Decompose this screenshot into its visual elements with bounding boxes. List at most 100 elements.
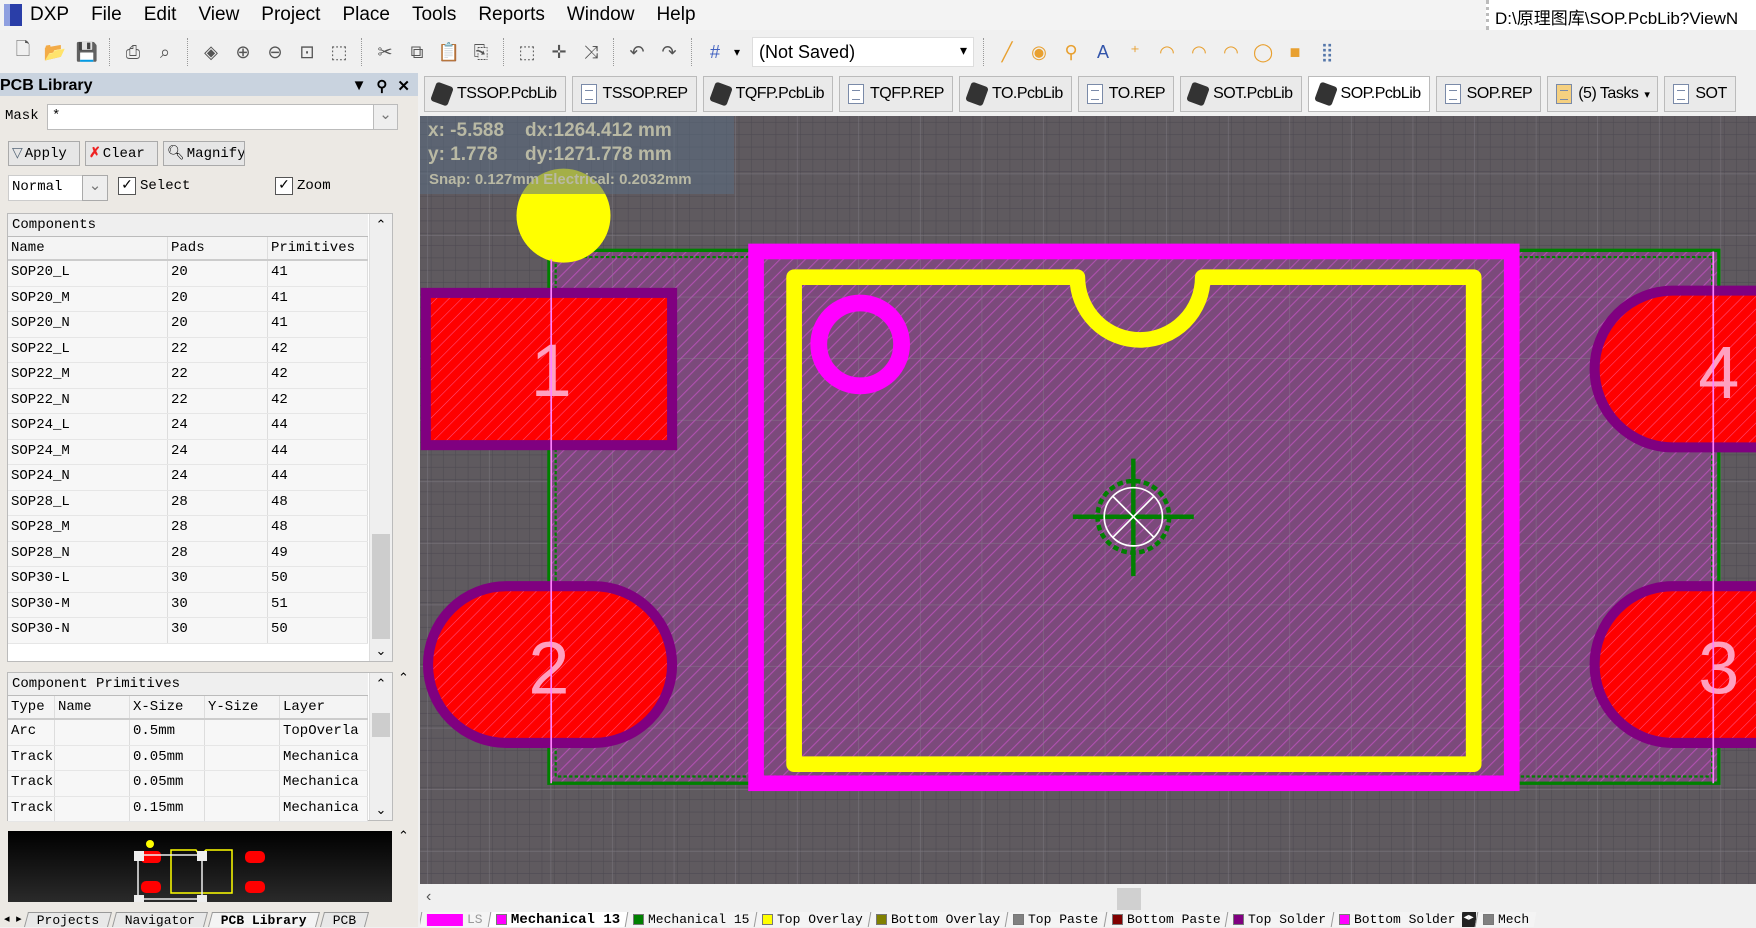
apply-button[interactable]: ▽ Apply <box>8 141 80 166</box>
doc-tab-tssop-pcblib[interactable]: TSSOP.PcbLib <box>424 76 566 112</box>
paste-icon[interactable]: 📋 <box>436 39 462 65</box>
cut-icon[interactable]: ✂ <box>372 39 398 65</box>
place-via-icon[interactable]: ⚲ <box>1058 39 1084 65</box>
menu-file[interactable]: File <box>91 4 122 26</box>
layer-tab-top-overlay[interactable]: Top Overlay <box>753 912 871 927</box>
redo-icon[interactable]: ↷ <box>656 39 682 65</box>
collapse-icon[interactable]: ⌃ <box>398 828 409 844</box>
current-layer-swatch[interactable]: LS <box>420 912 490 927</box>
doc-tab-sop-rep[interactable]: SOP.REP <box>1435 76 1542 112</box>
arc-center-icon[interactable]: ◠ <box>1154 39 1180 65</box>
zoom-selected-icon[interactable]: ⬚ <box>326 39 352 65</box>
scrollbar-thumb[interactable] <box>372 713 390 737</box>
menu-help[interactable]: Help <box>656 4 695 26</box>
table-row[interactable]: SOP24_M 24 44 <box>8 439 368 465</box>
scroll-down-icon[interactable]: ⌄ <box>370 803 392 818</box>
place-line-icon[interactable]: ╱ <box>994 39 1020 65</box>
select-checkbox[interactable]: ✓ Select <box>118 177 190 195</box>
zoom-out-icon[interactable]: ⊖ <box>262 39 288 65</box>
viewport-handle[interactable] <box>197 895 207 902</box>
table-row[interactable]: Track 0.05mm Mechanica <box>8 745 368 771</box>
zoom-fit-icon[interactable]: ⊡ <box>294 39 320 65</box>
layer-tab-top-solder[interactable]: Top Solder <box>1224 912 1334 927</box>
viewport-handle[interactable] <box>134 851 144 861</box>
mode-dropdown-icon[interactable]: ⌄ <box>82 175 108 201</box>
menu-window[interactable]: Window <box>567 4 635 26</box>
arc-edge-icon[interactable]: ◠ <box>1186 39 1212 65</box>
table-row[interactable]: SOP20_N 20 41 <box>8 312 368 338</box>
column-header-primitives[interactable]: Primitives <box>268 237 368 259</box>
panel-menu-icon[interactable]: ▼ <box>352 77 367 95</box>
zoom-in-icon[interactable]: ⊕ <box>230 39 256 65</box>
tab-scroll-arrows-icon[interactable]: ◂ ▸ <box>4 912 22 927</box>
layer-tab-bottom-overlay[interactable]: Bottom Overlay <box>867 912 1008 927</box>
fill-icon[interactable]: ■ <box>1282 39 1308 65</box>
table-row[interactable]: SOP30-L 30 50 <box>8 567 368 593</box>
menu-edit[interactable]: Edit <box>144 4 177 26</box>
print-icon[interactable]: ⎙ <box>120 39 146 65</box>
mask-input[interactable]: * <box>47 104 377 130</box>
menu-view[interactable]: View <box>198 4 239 26</box>
scroll-left-icon[interactable]: ‹ <box>426 888 431 906</box>
place-coordinate-icon[interactable]: ⁺ <box>1122 39 1148 65</box>
save-icon[interactable]: 💾 <box>74 39 100 65</box>
component-preview[interactable] <box>8 831 392 902</box>
menu-place[interactable]: Place <box>342 4 390 26</box>
components-scrollbar[interactable]: ⌃ ⌄ <box>369 214 392 661</box>
pad-1[interactable]: 1 <box>420 287 678 451</box>
table-row[interactable]: SOP24_N 24 44 <box>8 465 368 491</box>
scrollbar-thumb[interactable] <box>1117 888 1141 910</box>
table-row[interactable]: Track 0.05mm Mechanica <box>8 771 368 797</box>
place-string-icon[interactable]: A <box>1090 39 1116 65</box>
layer-tab-mechanical-15[interactable]: Mechanical 15 <box>624 912 757 927</box>
column-header-y-size[interactable]: Y-Size <box>205 696 280 718</box>
grid-icon[interactable]: # <box>702 39 728 65</box>
doc-tab-sop-pcblib[interactable]: SOP.PcbLib <box>1307 76 1430 112</box>
open-icon[interactable]: 📂 <box>42 39 68 65</box>
table-row[interactable]: Track 0.15mm Mechanica <box>8 796 368 822</box>
column-header-name[interactable]: Name <box>55 696 130 718</box>
primitives-scrollbar[interactable]: ⌃ ⌄ <box>369 673 392 820</box>
3d-view-icon[interactable]: ◈ <box>198 39 224 65</box>
column-header-pads[interactable]: Pads <box>168 237 268 259</box>
column-header-name[interactable]: Name <box>8 237 168 259</box>
doc-tab--5-tasks[interactable]: (5) Tasks ▾ <box>1547 76 1659 112</box>
arc-any-icon[interactable]: ◠ <box>1218 39 1244 65</box>
doc-tab-to-pcblib[interactable]: TO.PcbLib <box>958 76 1072 112</box>
doc-tab-tssop-rep[interactable]: TSSOP.REP <box>571 76 697 112</box>
doc-tab-sot[interactable]: SOT <box>1664 76 1736 112</box>
menu-reports[interactable]: Reports <box>478 4 545 26</box>
menu-tools[interactable]: Tools <box>412 4 456 26</box>
table-row[interactable]: SOP30-M 30 51 <box>8 592 368 618</box>
pcb-canvas[interactable]: 1 2 3 4 <box>420 116 1756 884</box>
column-header-x-size[interactable]: X-Size <box>130 696 205 718</box>
table-row[interactable]: SOP20_M 20 41 <box>8 286 368 312</box>
scrollbar-thumb[interactable] <box>372 534 390 639</box>
view-config-select[interactable]: (Not Saved) <box>752 37 975 67</box>
layer-tab-mech[interactable]: Mech <box>1474 912 1537 927</box>
doc-tab-sot-pcblib[interactable]: SOT.PcbLib <box>1180 76 1302 112</box>
table-row[interactable]: Arc 0.5mm TopOverla <box>8 720 368 746</box>
pad-4[interactable]: 4 <box>1589 285 1756 453</box>
zoom-checkbox[interactable]: ✓ Zoom <box>275 177 331 195</box>
panel-tab-projects[interactable]: Projects <box>23 912 113 928</box>
new-icon[interactable]: 🗋 <box>10 39 36 65</box>
doc-tab-tqfp-pcblib[interactable]: TQFP.PcbLib <box>702 76 834 112</box>
full-circle-icon[interactable]: ◯ <box>1250 39 1276 65</box>
panel-tab-pcb-library[interactable]: PCB Library <box>208 912 321 928</box>
grid-dropdown-icon[interactable]: ▾ <box>734 45 740 59</box>
viewport-handle[interactable] <box>134 895 144 902</box>
pad-2[interactable]: 2 <box>422 581 678 748</box>
copy-icon[interactable]: ⧉ <box>404 39 430 65</box>
layer-tab-bottom-solder[interactable]: Bottom Solder <box>1330 912 1463 927</box>
close-icon[interactable]: ✕ <box>397 77 410 95</box>
table-row[interactable]: SOP22_L 22 42 <box>8 337 368 363</box>
print-preview-icon[interactable]: ⌕ <box>152 39 178 65</box>
table-row[interactable]: SOP22_N 22 42 <box>8 388 368 414</box>
undo-icon[interactable]: ↶ <box>624 39 650 65</box>
layer-tab-mechanical-13[interactable]: Mechanical 13 <box>487 912 628 927</box>
array-paste-icon[interactable]: ⣿ <box>1314 39 1340 65</box>
doc-tab-to-rep[interactable]: TO.REP <box>1077 76 1175 112</box>
table-row[interactable]: SOP28_L 28 48 <box>8 490 368 516</box>
magnify-button[interactable]: 🔍︎ Magnify <box>163 141 245 166</box>
